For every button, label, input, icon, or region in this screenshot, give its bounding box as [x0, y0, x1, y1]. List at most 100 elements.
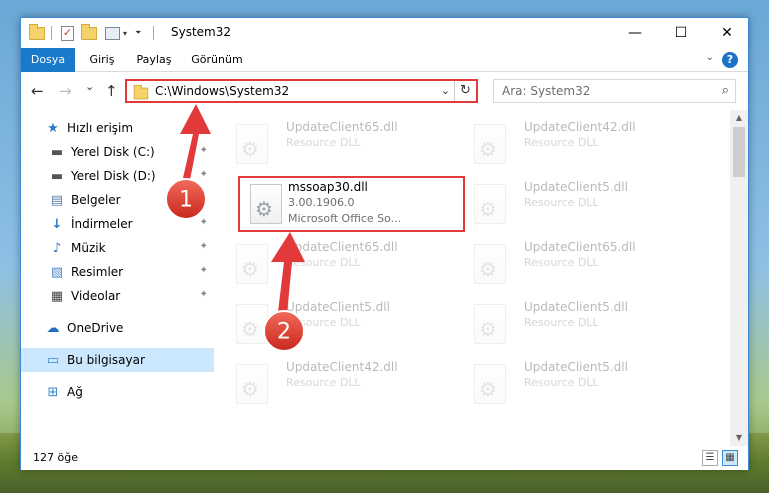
- quick-access-toolbar-icon[interactable]: [105, 26, 120, 40]
- vertical-scrollbar[interactable]: ▲ ▼: [730, 110, 748, 446]
- toolbar-dropdown-icon[interactable]: ⏷: [135, 28, 141, 38]
- file-item[interactable]: UpdateClient65.dll Resource DLL: [224, 236, 454, 294]
- sidebar-item-pictures[interactable]: ▧ Resimler ✦: [21, 260, 214, 284]
- sidebar-item-label: Belgeler: [71, 193, 121, 207]
- customize-toolbar-chevron-icon[interactable]: ▾: [123, 29, 127, 38]
- status-bar: 127 öğe ☰ ▦: [21, 446, 748, 470]
- file-item[interactable]: UpdateClient5.dll Resource DLL: [224, 296, 454, 354]
- file-version: 3.00.1906.0: [288, 196, 355, 209]
- search-input[interactable]: Ara: System32 ⌕: [493, 79, 736, 103]
- forward-arrow-icon[interactable]: →: [59, 82, 72, 100]
- expand-ribbon-chevron-icon[interactable]: ⌄: [706, 52, 714, 63]
- folder-icon: [29, 23, 45, 40]
- file-item[interactable]: UpdateClient65.dll Resource DLL: [224, 116, 454, 174]
- file-description: Resource DLL: [286, 316, 361, 329]
- dll-file-icon: [236, 364, 268, 404]
- sidebar-item-videos[interactable]: ▦ Videolar ✦: [21, 284, 214, 308]
- tab-view[interactable]: Görünüm: [187, 48, 247, 72]
- file-name: UpdateClient5.dll: [286, 300, 390, 314]
- dll-file-icon: [236, 124, 268, 164]
- file-explorer-window: ✓ ▾ ⏷ System32 — ☐ ✕ Dosya Giriş Paylaş …: [20, 17, 749, 470]
- item-count: 127 öğe: [33, 451, 78, 464]
- tab-home[interactable]: Giriş: [83, 48, 121, 72]
- dll-file-icon: [236, 304, 268, 344]
- maximize-button[interactable]: ☐: [658, 18, 704, 48]
- window-title: System32: [171, 25, 232, 39]
- sidebar-item-quick-access[interactable]: ★ Hızlı erişim: [21, 116, 214, 140]
- sidebar-item-label: Hızlı erişim: [67, 121, 134, 135]
- sidebar-item-label: Yerel Disk (D:): [71, 169, 156, 183]
- sidebar-item-onedrive[interactable]: ☁ OneDrive: [21, 316, 214, 340]
- file-item[interactable]: UpdateClient42.dll Resource DLL: [462, 116, 692, 174]
- sidebar-item-documents[interactable]: ▤ Belgeler ✦: [21, 188, 214, 212]
- sidebar-item-network[interactable]: ⊞ Ağ: [21, 380, 214, 404]
- title-separator: [153, 26, 154, 40]
- navigation-pane: ★ Hızlı erişim ▬ Yerel Disk (C:) ✦ ▬ Yer…: [21, 110, 214, 446]
- file-name: UpdateClient5.dll: [524, 180, 628, 194]
- recent-locations-chevron-icon[interactable]: ⌄: [85, 80, 94, 93]
- minimize-button[interactable]: —: [612, 18, 658, 48]
- computer-icon: ▭: [46, 352, 60, 368]
- new-folder-icon[interactable]: [81, 23, 97, 40]
- file-item[interactable]: UpdateClient42.dll Resource DLL: [224, 356, 454, 414]
- sidebar-item-label: Müzik: [71, 241, 106, 255]
- dll-file-icon: [474, 304, 506, 344]
- file-name: UpdateClient5.dll: [524, 300, 628, 314]
- sidebar-item-this-pc[interactable]: ▭ Bu bilgisayar: [21, 348, 214, 372]
- file-name: UpdateClient65.dll: [286, 240, 398, 254]
- dll-file-icon: [474, 244, 506, 284]
- sidebar-item-label: Ağ: [67, 385, 83, 399]
- scroll-down-icon[interactable]: ▼: [730, 430, 748, 446]
- pin-icon: ✦: [199, 169, 208, 180]
- sidebar-item-local-disk-c[interactable]: ▬ Yerel Disk (C:) ✦: [21, 140, 214, 164]
- close-button[interactable]: ✕: [704, 18, 750, 48]
- sidebar-item-label: İndirmeler: [71, 217, 133, 231]
- details-view-icon[interactable]: ☰: [702, 450, 718, 466]
- help-icon[interactable]: ?: [722, 52, 738, 68]
- file-item[interactable]: UpdateClient65.dll Resource DLL: [462, 236, 692, 294]
- search-icon[interactable]: ⌕: [722, 83, 729, 98]
- file-item[interactable]: UpdateClient5.dll Resource DLL: [462, 356, 692, 414]
- ribbon-tabs: Dosya Giriş Paylaş Görünüm ⌄ ?: [21, 48, 748, 72]
- sidebar-item-downloads[interactable]: ↓ İndirmeler ✦: [21, 212, 214, 236]
- tab-share[interactable]: Paylaş: [131, 48, 177, 72]
- file-description: Resource DLL: [524, 256, 599, 269]
- properties-check-icon[interactable]: ✓: [61, 25, 74, 41]
- file-list: UpdateClient65.dll Resource DLL UpdateCl…: [224, 110, 730, 446]
- pictures-icon: ▧: [50, 264, 64, 280]
- file-description: Resource DLL: [524, 136, 599, 149]
- address-bar[interactable]: C:\Windows\System32 ⌄ ↻: [125, 79, 478, 103]
- navigation-bar: ← → ⌄ ↑ C:\Windows\System32 ⌄ ↻ Ara: Sys…: [21, 72, 748, 110]
- file-company: Microsoft Office So...: [288, 212, 402, 225]
- file-description: Resource DLL: [524, 196, 599, 209]
- sidebar-item-local-disk-d[interactable]: ▬ Yerel Disk (D:) ✦: [21, 164, 214, 188]
- pin-icon: ✦: [199, 193, 208, 204]
- dll-file-icon: [474, 124, 506, 164]
- dll-file-icon: [236, 244, 268, 284]
- dll-file-icon: [474, 364, 506, 404]
- search-placeholder: Ara: System32: [502, 84, 591, 98]
- up-arrow-icon[interactable]: ↑: [105, 82, 118, 100]
- sidebar-item-label: OneDrive: [67, 321, 124, 335]
- address-folder-icon: [133, 84, 149, 100]
- address-dropdown-chevron-icon[interactable]: ⌄: [441, 84, 450, 97]
- drive-icon: ▬: [50, 144, 64, 160]
- sidebar-item-label: Bu bilgisayar: [67, 353, 145, 367]
- file-description: Resource DLL: [524, 376, 599, 389]
- refresh-icon[interactable]: ↻: [454, 81, 476, 101]
- pin-icon: ✦: [199, 145, 208, 156]
- tab-file[interactable]: Dosya: [21, 48, 75, 72]
- tiles-view-icon[interactable]: ▦: [722, 450, 738, 466]
- documents-icon: ▤: [50, 192, 64, 208]
- toolbar-separator: [51, 26, 52, 40]
- scroll-thumb[interactable]: [733, 127, 745, 177]
- file-item-mssoap30[interactable]: mssoap30.dll 3.00.1906.0 Microsoft Offic…: [238, 176, 465, 232]
- file-description: Resource DLL: [286, 256, 361, 269]
- file-item[interactable]: UpdateClient5.dll Resource DLL: [462, 296, 692, 354]
- file-item[interactable]: UpdateClient5.dll Resource DLL: [462, 176, 692, 234]
- sidebar-item-music[interactable]: ♪ Müzik ✦: [21, 236, 214, 260]
- back-arrow-icon[interactable]: ←: [31, 82, 44, 100]
- dll-file-icon: [250, 184, 282, 224]
- scroll-up-icon[interactable]: ▲: [730, 110, 748, 126]
- file-name: mssoap30.dll: [288, 180, 368, 194]
